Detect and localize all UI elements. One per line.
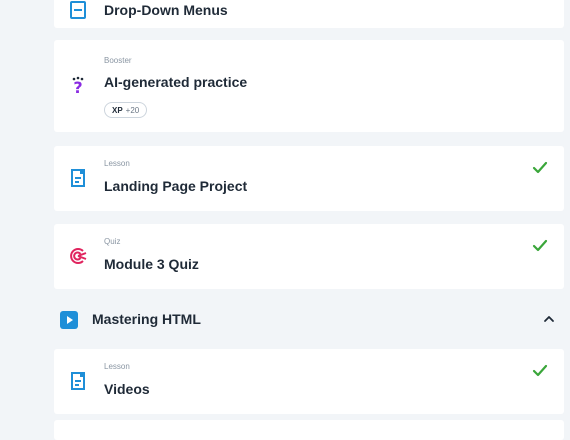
booster-card-ai-practice[interactable]: ? Booster AI-generated practice XP +20	[54, 40, 564, 132]
item-title: Videos	[104, 381, 150, 397]
item-title: Landing Page Project	[104, 178, 248, 194]
chevron-up-icon[interactable]	[542, 312, 556, 326]
play-icon	[60, 311, 78, 329]
svg-text:?: ?	[73, 78, 82, 96]
item-kind: Quiz	[104, 237, 121, 246]
check-icon	[532, 239, 548, 252]
quiz-target-icon	[70, 248, 87, 264]
lesson-doc-icon	[71, 372, 85, 390]
item-kind: Lesson	[104, 159, 130, 168]
check-icon	[532, 161, 548, 174]
lesson-card-drop-down-menus[interactable]: Drop-Down Menus	[54, 0, 564, 28]
lesson-card-videos[interactable]: Lesson Videos	[54, 349, 564, 414]
quiz-card-module-3[interactable]: Quiz Module 3 Quiz	[54, 224, 564, 289]
check-icon	[532, 364, 548, 377]
item-title: AI-generated practice	[104, 74, 248, 90]
section-header-mastering-html[interactable]: Mastering HTML	[54, 302, 564, 338]
next-card-partial[interactable]	[54, 420, 564, 440]
item-title: Drop-Down Menus	[104, 2, 228, 18]
lesson-card-landing-page-project[interactable]: Lesson Landing Page Project	[54, 146, 564, 211]
xp-label: XP	[112, 106, 123, 115]
lesson-doc-icon	[70, 1, 86, 19]
xp-badge: XP +20	[104, 102, 148, 118]
item-title: Module 3 Quiz	[104, 256, 199, 272]
lesson-doc-icon	[71, 169, 85, 187]
item-kind: Booster	[104, 56, 132, 65]
item-kind: Lesson	[104, 362, 130, 371]
section-title: Mastering HTML	[92, 311, 201, 327]
xp-amount: +20	[125, 106, 140, 115]
question-sparkle-icon: ?	[72, 76, 84, 96]
